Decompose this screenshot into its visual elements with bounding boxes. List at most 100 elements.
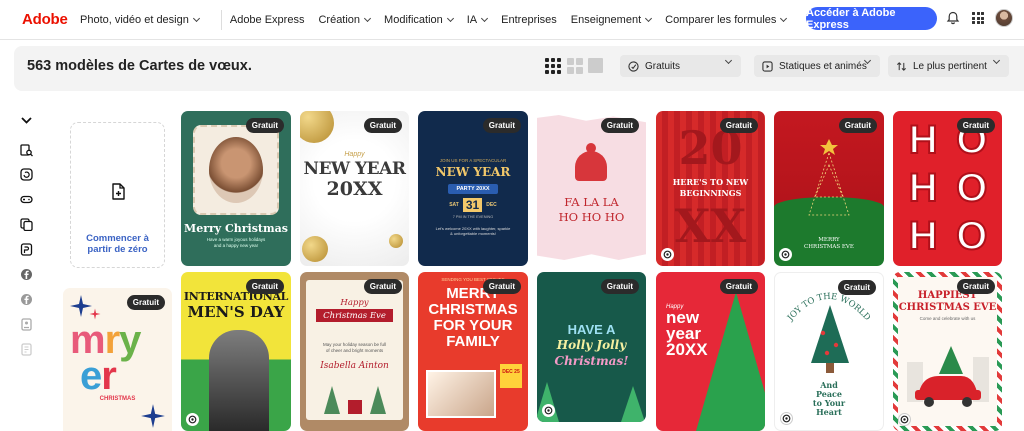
start-label-line-1: Commencer à bbox=[86, 233, 149, 244]
nav-divider bbox=[220, 9, 222, 30]
nav-enseignement[interactable]: Enseignement bbox=[570, 13, 653, 26]
bell-icon[interactable] bbox=[946, 11, 960, 25]
free-badge: Gratuit bbox=[600, 279, 639, 294]
template-card-happiest-christmas-eve[interactable]: HAPPIEST CHRISTMAS EVE Come and celebrat… bbox=[893, 272, 1002, 431]
template-search-icon[interactable] bbox=[20, 144, 33, 157]
grid-view-large-icon[interactable] bbox=[588, 58, 604, 74]
free-badge: Gratuit bbox=[838, 118, 877, 133]
nav-label: Comparer les formules bbox=[665, 13, 777, 26]
template-card-ho-ho-ho[interactable]: H O H O H O Gratuit bbox=[893, 111, 1002, 266]
card-title: NEW YEAR bbox=[303, 159, 406, 179]
gamepad-icon[interactable] bbox=[20, 193, 33, 206]
sort-value: Le plus pertinent bbox=[913, 60, 987, 72]
sort-icon bbox=[897, 61, 906, 71]
nav-label: Adobe Express bbox=[229, 13, 305, 26]
template-card-christmas-eve-tree[interactable]: MERRY CHRISTMAS EVE Gratuit bbox=[774, 111, 884, 266]
document-icon[interactable] bbox=[20, 318, 33, 331]
card-title-2: HO HO HO bbox=[558, 210, 625, 224]
template-card-happy-new-year[interactable]: Happy NEW YEAR 20XX Gratuit bbox=[300, 111, 409, 266]
card-photo bbox=[209, 137, 263, 203]
start-from-scratch-card[interactable]: Commencer à partir de zéro bbox=[70, 122, 165, 268]
card-signature: Isabella Ainton bbox=[320, 361, 389, 371]
chevron-down-icon bbox=[780, 14, 788, 22]
nav-photo-video-design[interactable]: Photo, vidéo et design bbox=[80, 14, 200, 26]
nav-entreprises[interactable]: Entreprises bbox=[501, 14, 557, 26]
free-badge: Gratuit bbox=[126, 295, 165, 310]
card-title-2: CHRISTMAS bbox=[428, 301, 518, 318]
media-type-filter-value: Statiques et animés bbox=[779, 60, 867, 72]
nav-creation[interactable]: Création bbox=[318, 14, 372, 26]
facebook-icon[interactable] bbox=[20, 293, 33, 306]
card-title-2: CHRISTMAS EVE bbox=[898, 302, 997, 313]
card-letter: H bbox=[908, 213, 939, 259]
free-badge: Gratuit bbox=[600, 118, 639, 133]
new-file-icon bbox=[112, 183, 125, 200]
tag-icon bbox=[628, 60, 639, 72]
nav-modification[interactable]: Modification bbox=[384, 14, 454, 26]
card-tag: PARTY 20XX bbox=[456, 185, 490, 192]
presentation-icon[interactable] bbox=[20, 243, 33, 256]
card-title-2: BEGINNINGS bbox=[679, 188, 742, 198]
nav-ia[interactable]: IA bbox=[466, 13, 489, 26]
media-type-filter-dropdown[interactable]: Statiques et animés bbox=[754, 55, 880, 77]
nav-comparer-formules[interactable]: Comparer les formules bbox=[665, 13, 788, 26]
gold-balloon bbox=[300, 111, 334, 143]
template-card-holly-jolly[interactable]: HAVE A Holly Jolly Christmas! Gratuit bbox=[537, 272, 646, 422]
free-badge: Gratuit bbox=[245, 118, 284, 133]
access-adobe-express-button[interactable]: Accéder à Adobe Express bbox=[806, 7, 937, 31]
card-subtitle: May your holiday season be full of cheer… bbox=[322, 342, 387, 353]
template-card-fa-la-la[interactable]: FA LA LA HO HO HO Gratuit bbox=[537, 111, 646, 266]
chevron-down-icon bbox=[645, 14, 653, 22]
card-date: 31 bbox=[462, 198, 483, 212]
card-letter: H bbox=[908, 117, 939, 163]
card-title-4: FAMILY bbox=[446, 333, 500, 350]
chevron-down-icon bbox=[446, 14, 454, 22]
chevron-down-icon bbox=[364, 14, 372, 22]
app-switcher-icon[interactable] bbox=[972, 12, 984, 24]
chevron-down-icon bbox=[192, 14, 200, 22]
template-card-happy-christmas-eve-kraft[interactable]: Happy Christmas Eve May your holiday sea… bbox=[300, 272, 409, 431]
card-title-2: Holly Jolly bbox=[556, 338, 627, 352]
collapse-chevron-icon[interactable] bbox=[20, 114, 33, 127]
nav-label: Enseignement bbox=[570, 13, 642, 26]
gold-balloon bbox=[302, 236, 328, 262]
chevron-down-icon bbox=[724, 56, 733, 65]
trees-illustration bbox=[537, 382, 645, 422]
free-badge: Gratuit bbox=[482, 118, 521, 133]
nav-adobe-express[interactable]: Adobe Express bbox=[230, 14, 305, 26]
nav-label: IA bbox=[466, 13, 478, 26]
card-title-3: 20XX bbox=[666, 340, 708, 359]
page-icon[interactable] bbox=[20, 343, 33, 356]
card-big-letters: XX bbox=[674, 199, 747, 253]
avatar[interactable] bbox=[995, 9, 1013, 27]
refresh-icon[interactable] bbox=[20, 168, 33, 181]
card-title-2: 20XX bbox=[326, 178, 383, 200]
adobe-logo[interactable]: Adobe bbox=[22, 11, 80, 28]
free-badge: Gratuit bbox=[719, 118, 758, 133]
results-toolbar: 563 modèles de Cartes de vœux. Gratuits … bbox=[14, 46, 1024, 91]
template-card-merry-christmas[interactable]: Merry Christmas Have a warm joyous holid… bbox=[181, 111, 291, 266]
template-card-new-year-party[interactable]: JOIN US FOR A SPECTACULAR NEW YEAR PARTY… bbox=[418, 111, 528, 266]
grid-view-small-icon[interactable] bbox=[545, 58, 561, 74]
grid-view-medium-icon[interactable] bbox=[567, 58, 583, 74]
media-icon bbox=[762, 60, 773, 72]
template-card-christmas-family[interactable]: SENDING YOU BEST WISHES MERRY CHRISTMAS … bbox=[418, 272, 528, 431]
sort-dropdown[interactable]: Le plus pertinent bbox=[888, 55, 1009, 77]
template-card-mery-christmas[interactable]: mry er CHRISTMAS Gratuit bbox=[63, 288, 172, 431]
facebook-icon[interactable] bbox=[20, 268, 33, 281]
free-badge: Gratuit bbox=[363, 118, 402, 133]
template-card-new-year-triangle[interactable]: Happy new year 20XX Gratuit bbox=[656, 272, 765, 431]
card-title: FA LA LA bbox=[564, 195, 619, 209]
template-card-new-beginnings[interactable]: 20 XX HERE'S TO NEW BEGINNINGS Gratuit bbox=[656, 111, 765, 266]
template-card-joy-to-the-world[interactable]: JOY TO THE WORLD And Peace to Your Heart… bbox=[774, 272, 884, 431]
copy-icon[interactable] bbox=[20, 218, 33, 231]
card-title: NEW YEAR bbox=[435, 165, 511, 179]
template-card-mens-day[interactable]: INTERNATIONAL MEN'S DAY Gratuit bbox=[181, 272, 291, 431]
card-title-2: Christmas Eve bbox=[323, 311, 386, 321]
price-filter-dropdown[interactable]: Gratuits bbox=[620, 55, 741, 77]
free-badge: Gratuit bbox=[956, 279, 995, 294]
card-title: HAVE A bbox=[567, 322, 616, 337]
card-letter: O bbox=[955, 165, 988, 211]
card-title: MERRY bbox=[818, 237, 840, 243]
pink-paper bbox=[537, 115, 646, 260]
